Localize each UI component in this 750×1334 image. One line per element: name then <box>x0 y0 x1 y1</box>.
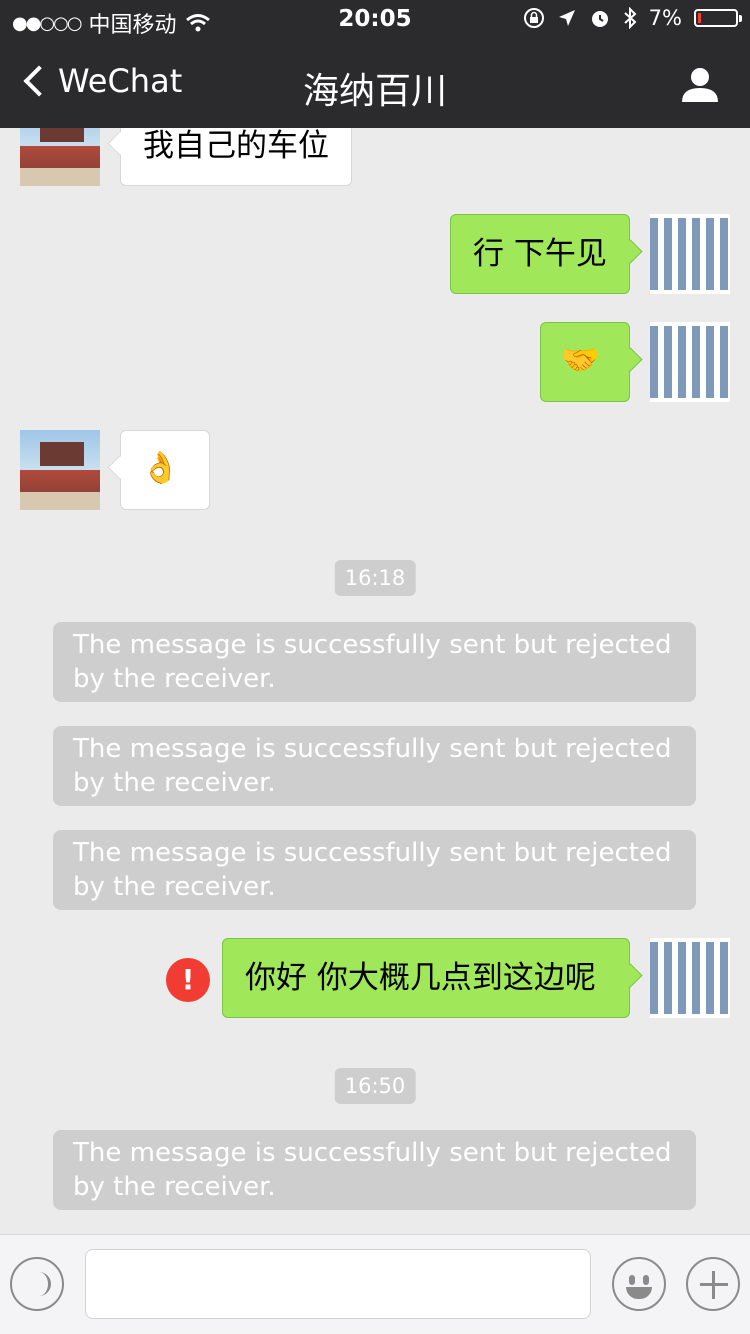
message-bubble-received[interactable]: 👌 <box>120 430 210 510</box>
battery-icon <box>694 9 742 27</box>
chat-title: 海纳百川 <box>302 71 447 112</box>
status-bar: ●●○○○ 中国移动 20:05 7% <box>0 0 750 40</box>
system-notice: The message is successfully sent but rej… <box>53 1130 696 1210</box>
system-notice: The message is successfully sent but rej… <box>53 622 696 702</box>
battery-percent: 7% <box>648 6 682 30</box>
message-text: 你好 你大概几点到这边呢 <box>245 960 596 996</box>
location-icon <box>558 10 575 26</box>
message-bubble-sent[interactable]: 🤝 <box>540 322 630 402</box>
emoji-icon[interactable] <box>612 1257 666 1311</box>
voice-icon[interactable] <box>10 1257 64 1311</box>
user-profile-icon[interactable] <box>680 66 720 102</box>
message-bubble-received[interactable]: 我自己的车位 <box>120 128 352 186</box>
bluetooth-icon <box>624 7 637 29</box>
send-failed-icon[interactable]: ! <box>166 958 210 1002</box>
chat-messages[interactable]: 我自己的车位 行 下午见 🤝 👌 16:18 The message is su… <box>0 128 750 1234</box>
avatar[interactable] <box>650 938 730 1018</box>
avatar[interactable] <box>20 128 100 186</box>
system-notice: The message is successfully sent but rej… <box>53 830 696 910</box>
message-text: 我自己的车位 <box>143 128 329 164</box>
avatar[interactable] <box>650 322 730 402</box>
message-text: 行 下午见 <box>473 236 607 272</box>
rotation-lock-icon <box>523 8 544 28</box>
handshake-emoji: 🤝 <box>561 342 600 378</box>
avatar[interactable] <box>650 214 730 294</box>
plus-icon[interactable] <box>686 1257 740 1311</box>
message-bubble-sent[interactable]: 行 下午见 <box>450 214 630 294</box>
input-bar <box>0 1234 750 1334</box>
ok-hand-emoji: 👌 <box>141 450 180 486</box>
timestamp: 16:50 <box>334 1068 416 1104</box>
status-right: 7% <box>523 6 742 30</box>
nav-bar: WeChat 海纳百川 <box>0 40 750 128</box>
alarm-icon <box>591 11 608 27</box>
message-input[interactable] <box>85 1249 591 1319</box>
timestamp: 16:18 <box>334 560 416 596</box>
avatar[interactable] <box>20 430 100 510</box>
message-bubble-sent[interactable]: 你好 你大概几点到这边呢 <box>222 938 630 1018</box>
system-notice: The message is successfully sent but rej… <box>53 726 696 806</box>
